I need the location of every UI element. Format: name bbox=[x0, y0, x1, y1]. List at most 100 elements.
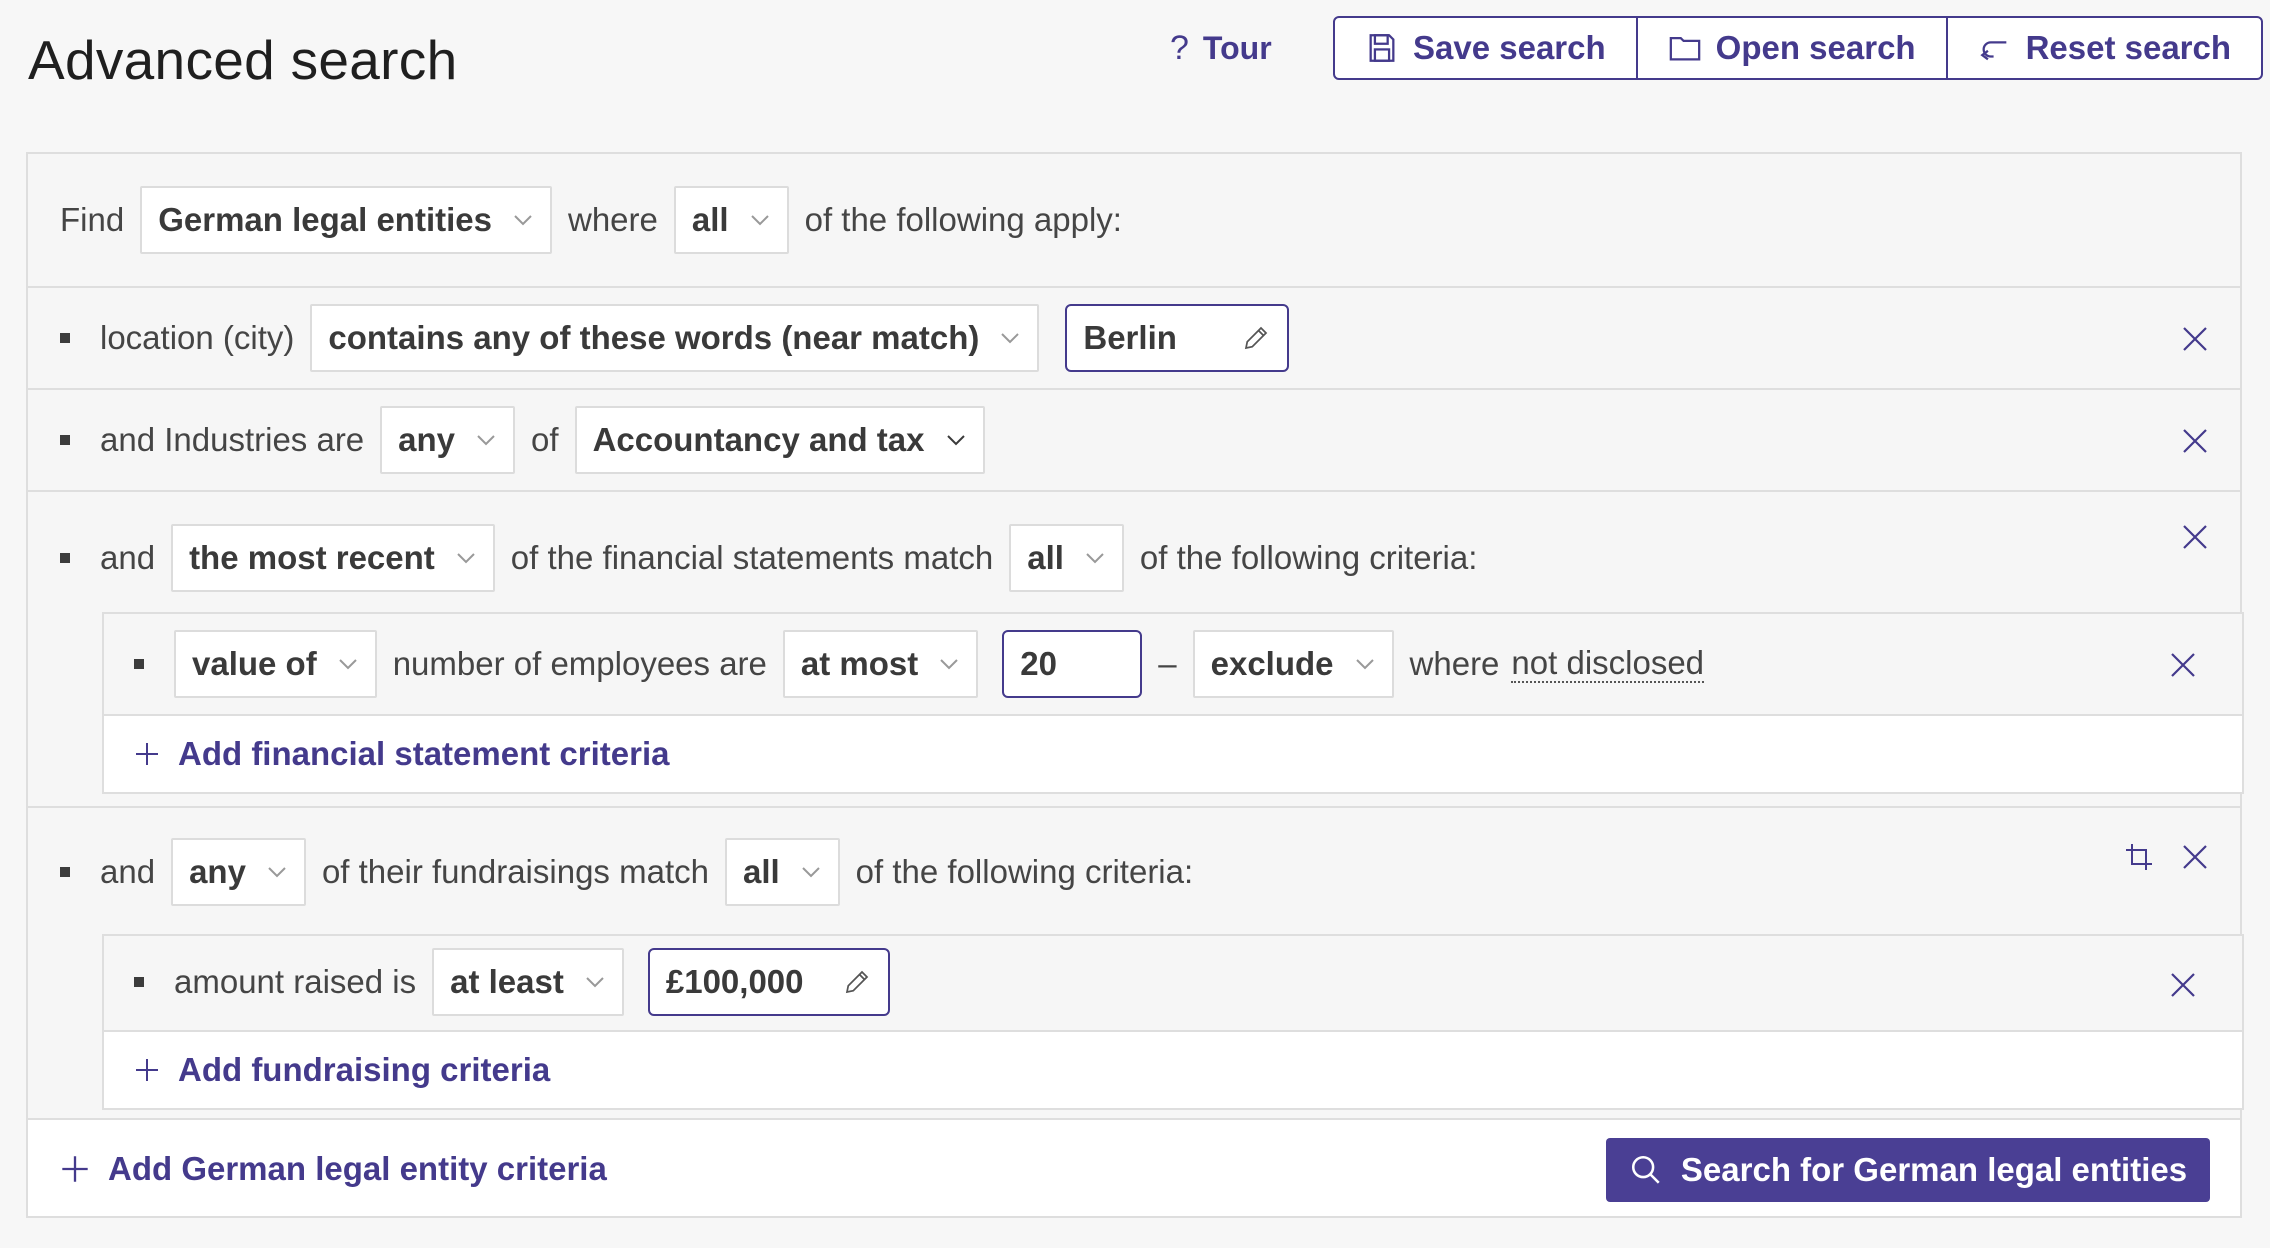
apply-label: of the following apply: bbox=[804, 201, 1122, 238]
of-label: of bbox=[531, 421, 559, 458]
employees-value-input[interactable]: 20 bbox=[1002, 630, 1143, 698]
folder-icon bbox=[1669, 36, 1700, 61]
reset-search-label: Reset search bbox=[2025, 29, 2232, 66]
fundraising-match-value: all bbox=[742, 853, 780, 890]
save-search-button[interactable]: Save search bbox=[1335, 18, 1638, 78]
reset-search-button[interactable]: Reset search bbox=[1948, 18, 2261, 78]
remove-amount-subcriterion-icon[interactable] bbox=[2168, 970, 2198, 1000]
bullet-marker bbox=[134, 977, 144, 987]
add-entity-criteria-button[interactable]: Add German legal entity criteria bbox=[60, 1150, 607, 1188]
financial-scope-value: the most recent bbox=[189, 539, 435, 576]
chevron-down-icon bbox=[940, 659, 958, 670]
bullet-marker bbox=[60, 435, 70, 445]
industries-value-select[interactable]: Accountancy and tax bbox=[574, 406, 985, 474]
employees-value: 20 bbox=[1020, 645, 1057, 682]
add-fundraising-criteria-button[interactable]: Add fundraising criteria bbox=[134, 1051, 550, 1089]
bullet-marker bbox=[60, 867, 70, 877]
fundraising-subcriteria-box: amount raised is at least £100,000 Add f… bbox=[102, 934, 2244, 1110]
fundraising-match-select[interactable]: all bbox=[724, 838, 840, 906]
employees-label: number of employees are bbox=[392, 645, 767, 682]
open-search-label: Open search bbox=[1715, 29, 1916, 66]
bullet-marker bbox=[60, 333, 70, 343]
plus-icon bbox=[136, 743, 158, 765]
employees-comparator-select[interactable]: at most bbox=[782, 630, 979, 698]
search-button-label: Search for German legal entities bbox=[1680, 1151, 2188, 1188]
amount-comparator-value: at least bbox=[450, 963, 564, 1000]
entity-type-value: German legal entities bbox=[158, 201, 492, 238]
add-entity-criteria-label: Add German legal entity criteria bbox=[108, 1150, 607, 1187]
remove-financial-criterion-icon[interactable] bbox=[2180, 522, 2210, 552]
save-search-label: Save search bbox=[1413, 29, 1606, 66]
bullet-marker bbox=[134, 659, 144, 669]
add-financial-criteria-button[interactable]: Add financial statement criteria bbox=[134, 735, 669, 773]
open-search-button[interactable]: Open search bbox=[1638, 18, 1948, 78]
pencil-icon bbox=[1245, 326, 1268, 350]
remove-fundraising-criterion-icon[interactable] bbox=[2180, 842, 2210, 872]
remove-employees-subcriterion-icon[interactable] bbox=[2168, 650, 2198, 680]
match-all-value: all bbox=[691, 201, 729, 238]
where-label: where bbox=[1409, 645, 1500, 682]
location-label: location (city) bbox=[100, 319, 295, 356]
fundraising-scope-select[interactable]: any bbox=[171, 838, 306, 906]
entity-type-select[interactable]: German legal entities bbox=[140, 186, 552, 254]
chevron-down-icon bbox=[801, 867, 820, 878]
amount-raised-label: amount raised is bbox=[174, 963, 417, 1000]
financial-match-select[interactable]: all bbox=[1009, 524, 1124, 592]
location-operator-value: contains any of these words (near match) bbox=[328, 319, 980, 356]
chevron-down-icon bbox=[457, 553, 475, 564]
floppy-disk-icon bbox=[1369, 34, 1395, 62]
chevron-down-icon bbox=[268, 867, 286, 878]
location-value: Berlin bbox=[1083, 319, 1177, 356]
page-title: Advanced search bbox=[28, 29, 458, 91]
fundraising-scope-value: any bbox=[189, 853, 246, 890]
tour-label: Tour bbox=[1202, 29, 1272, 66]
fundraising-suffix-label: of the following criteria: bbox=[855, 853, 1194, 890]
industries-quantifier-select[interactable]: any bbox=[380, 406, 516, 474]
financial-middle-label: of the financial statements match bbox=[510, 539, 994, 576]
amount-comparator-select[interactable]: at least bbox=[432, 948, 624, 1016]
where-label: where bbox=[568, 201, 658, 238]
remove-industries-criterion-icon[interactable] bbox=[2180, 426, 2210, 456]
chevron-down-icon bbox=[338, 659, 357, 670]
amount-raised-subcriterion-row: amount raised is at least £100,000 bbox=[104, 936, 2242, 1032]
bullet-marker bbox=[60, 553, 70, 563]
crop-icon[interactable] bbox=[2124, 842, 2154, 872]
chevron-down-icon bbox=[750, 215, 769, 226]
plus-icon bbox=[136, 1059, 158, 1081]
industries-quantifier-value: any bbox=[398, 421, 456, 458]
add-financial-criteria-label: Add financial statement criteria bbox=[178, 735, 670, 772]
industries-label: and Industries are bbox=[100, 421, 365, 458]
remove-location-criterion-icon[interactable] bbox=[2180, 324, 2210, 354]
undisclosed-handling-select[interactable]: exclude bbox=[1192, 630, 1394, 698]
chevron-down-icon bbox=[946, 435, 965, 446]
search-button[interactable]: Search for German legal entities bbox=[1606, 1138, 2210, 1202]
chevron-down-icon bbox=[1086, 553, 1104, 564]
location-operator-select[interactable]: contains any of these words (near match) bbox=[310, 304, 1040, 372]
location-criterion-row: location (city) contains any of these wo… bbox=[28, 288, 2240, 390]
chevron-down-icon bbox=[586, 977, 604, 988]
amount-value-input[interactable]: £100,000 bbox=[647, 948, 890, 1016]
amount-value: £100,000 bbox=[665, 963, 804, 1000]
chevron-down-icon bbox=[477, 435, 495, 446]
match-all-select[interactable]: all bbox=[673, 186, 789, 254]
tour-link[interactable]: ? Tour bbox=[1170, 24, 1272, 72]
financial-match-value: all bbox=[1027, 539, 1064, 576]
plus-icon bbox=[62, 1156, 88, 1182]
financial-scope-select[interactable]: the most recent bbox=[171, 524, 495, 592]
add-fundraising-criteria-row: Add fundraising criteria bbox=[104, 1032, 2242, 1108]
not-disclosed-tooltip[interactable]: not disclosed bbox=[1511, 646, 1705, 683]
search-icon bbox=[1631, 1155, 1660, 1184]
and-label: and bbox=[100, 853, 156, 890]
measure-select[interactable]: value of bbox=[174, 630, 377, 698]
and-label: and bbox=[100, 539, 156, 576]
find-row: Find German legal entities where all of … bbox=[28, 154, 2240, 288]
industries-value: Accountancy and tax bbox=[592, 421, 925, 458]
search-criteria-panel: Find German legal entities where all of … bbox=[26, 152, 2244, 1218]
industries-criterion-row: and Industries are any of Accountancy an… bbox=[28, 390, 2240, 492]
measure-value: value of bbox=[192, 645, 317, 682]
pencil-icon bbox=[845, 970, 869, 994]
help-icon: ? bbox=[1170, 28, 1189, 67]
find-label: Find bbox=[60, 201, 125, 238]
financial-suffix-label: of the following criteria: bbox=[1139, 539, 1478, 576]
location-value-input[interactable]: Berlin bbox=[1065, 304, 1290, 372]
